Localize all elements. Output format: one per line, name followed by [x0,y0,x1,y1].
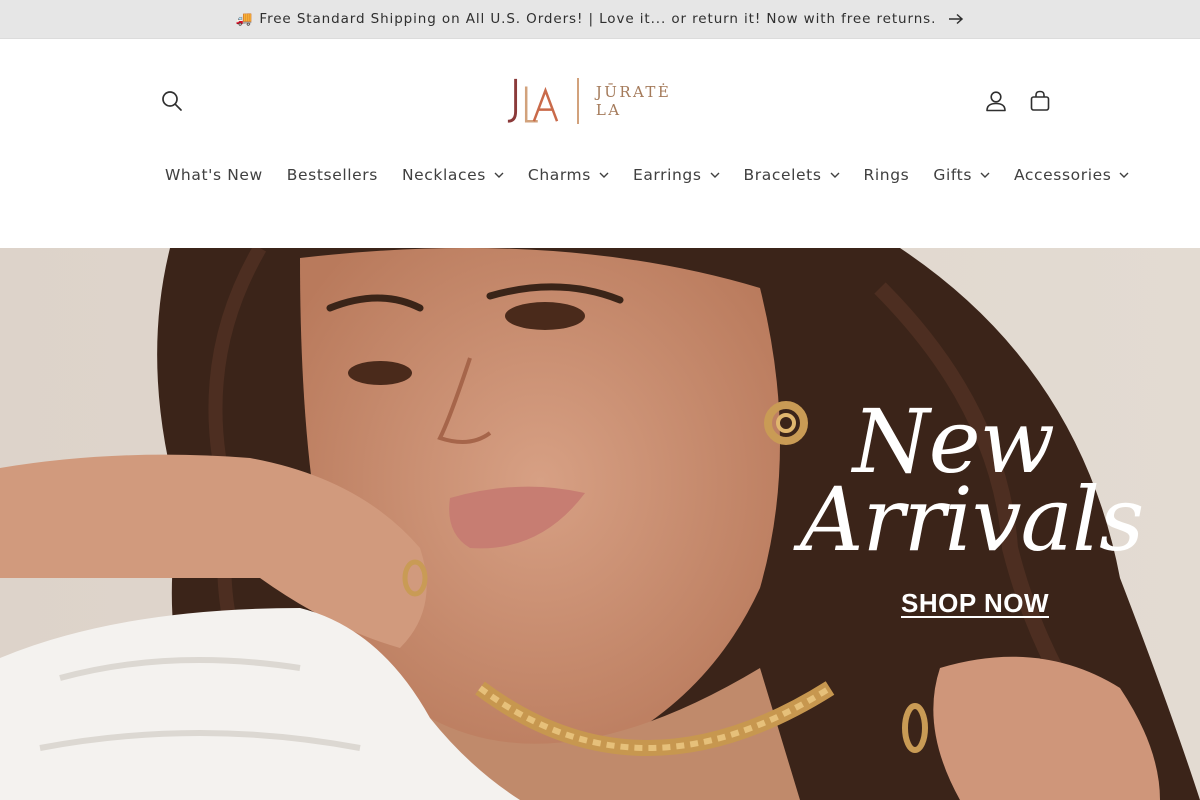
logo-divider [576,78,579,124]
announcement-text: Free Standard Shipping on All U.S. Order… [259,11,937,27]
hero-title: New Arrivals [800,398,1144,571]
truck-icon: 🚚 [235,11,254,27]
chevron-down-icon [980,172,990,178]
chevron-down-icon [494,172,504,178]
hero-title-line2: Arrivals [800,468,1144,571]
logo-monogram [507,78,559,123]
nav-item-rings[interactable]: Rings [864,166,910,184]
site-header: JŪRATĖ LA What's New Bestsellers Necklac… [0,39,1200,248]
search-icon[interactable] [158,87,186,115]
account-icon[interactable] [982,87,1010,115]
hero-banner[interactable]: New Arrivals SHOP NOW [0,248,1200,800]
nav-item-gifts[interactable]: Gifts [933,166,990,184]
nav-item-necklaces[interactable]: Necklaces [402,166,504,184]
announcement-bar[interactable]: 🚚 Free Standard Shipping on All U.S. Ord… [0,0,1200,39]
nav-item-bestsellers[interactable]: Bestsellers [287,166,378,184]
brand-logo[interactable]: JŪRATĖ LA [505,76,700,126]
shop-now-link[interactable]: SHOP NOW [900,588,1050,619]
chevron-down-icon [830,172,840,178]
arrow-right-icon[interactable] [948,13,964,25]
nav-item-whats-new[interactable]: What's New [165,166,263,184]
nav-item-accessories[interactable]: Accessories [1014,166,1129,184]
nav-item-bracelets[interactable]: Bracelets [744,166,840,184]
chevron-down-icon [599,172,609,178]
nav-item-earrings[interactable]: Earrings [633,166,720,184]
logo-wordmark: JŪRATĖ LA [595,83,672,119]
main-nav: What's New Bestsellers Necklaces Charms … [165,163,1129,187]
chevron-down-icon [710,172,720,178]
cart-icon[interactable] [1026,87,1054,115]
chevron-down-icon [1119,172,1129,178]
nav-item-charms[interactable]: Charms [528,166,609,184]
